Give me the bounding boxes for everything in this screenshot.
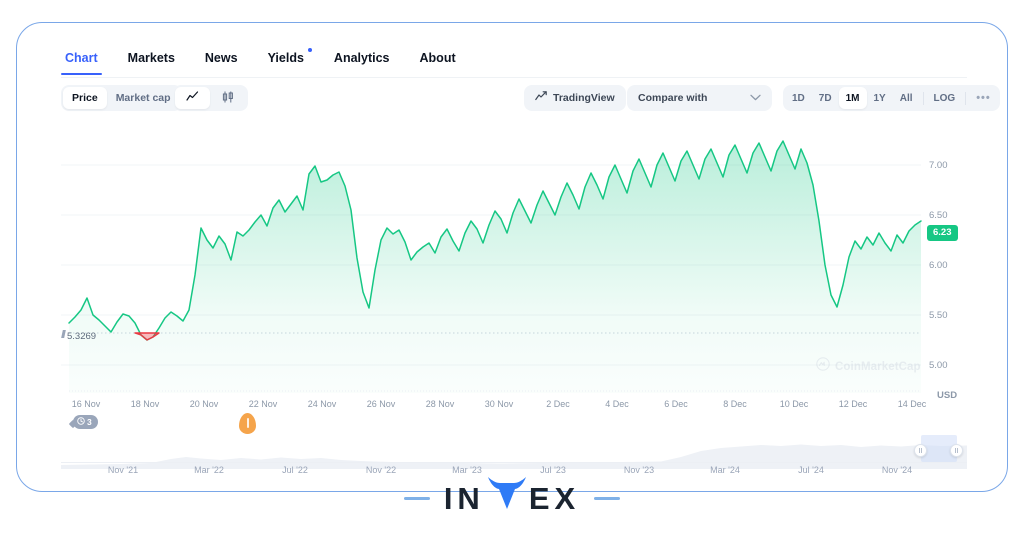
range-divider-1	[922, 91, 924, 105]
content-card: Chart Markets News Yields Analytics Abou…	[16, 22, 1008, 492]
nav-tick-8: Jul '24	[798, 465, 824, 475]
screenshot-root: Chart Markets News Yields Analytics Abou…	[0, 0, 1024, 538]
line-chart-button[interactable]	[175, 87, 210, 109]
tab-analytics[interactable]: Analytics	[330, 49, 394, 75]
candlestick-icon	[221, 91, 235, 106]
chart-navigator[interactable]: Nov '21 Mar '22 Jul '22 Nov '22 Mar '23 …	[61, 435, 967, 475]
nav-tick-6: Nov '23	[623, 465, 655, 475]
logo-dash-right-icon	[594, 497, 621, 500]
x-tick-6: 28 Nov	[425, 399, 455, 409]
nav-tick-9: Nov '24	[881, 465, 913, 475]
logo-dash-left-icon	[403, 497, 430, 500]
navigator-handle-right[interactable]	[950, 444, 963, 457]
tab-about-label: About	[419, 51, 456, 65]
x-tick-9: 4 Dec	[605, 399, 629, 409]
bull-horn-v-icon	[486, 475, 528, 522]
grip-line-icon	[918, 448, 920, 453]
tab-analytics-label: Analytics	[333, 51, 390, 65]
nav-tabs: Chart Markets News Yields Analytics Abou…	[61, 48, 460, 75]
tab-markets-label: Markets	[127, 51, 175, 65]
invex-wordmark-part-2: EX	[528, 480, 581, 516]
chevron-down-icon	[750, 92, 761, 104]
range-1m-button[interactable]: 1M	[838, 87, 867, 109]
nav-tick-5: Jul '23	[540, 465, 566, 475]
x-tick-12: 10 Dec	[779, 399, 809, 409]
x-axis: 16 Nov 18 Nov 20 Nov 22 Nov 24 Nov 26 No…	[61, 399, 967, 413]
nav-tick-3: Nov '22	[365, 465, 397, 475]
event-marker-count-label: 3	[87, 417, 92, 427]
tab-chart-label: Chart	[65, 51, 98, 65]
y-tick-5: 5.00	[929, 360, 948, 371]
event-marker-drop[interactable]	[239, 413, 256, 434]
range-all-button[interactable]: All	[893, 87, 920, 109]
candlestick-chart-button[interactable]	[210, 87, 246, 109]
tabs-divider	[61, 77, 967, 78]
x-tick-4: 24 Nov	[307, 399, 337, 409]
clock-icon	[77, 417, 85, 427]
x-tick-14: 14 Dec	[897, 399, 927, 409]
chart-toolbar: Price Market cap TradingView Compare wit…	[61, 85, 1000, 113]
y-tick-550: 5.50	[929, 310, 948, 321]
compare-with-label: Compare with	[638, 92, 708, 104]
nav-tick-1: Mar '22	[194, 465, 224, 475]
chart-type-group	[173, 85, 248, 111]
tab-yields[interactable]: Yields	[264, 48, 312, 75]
tradingview-icon	[535, 91, 547, 105]
event-marker-count[interactable]: 3	[73, 415, 98, 429]
current-price-badge: 6.23	[927, 225, 958, 241]
y-tick-6: 6.00	[929, 260, 948, 271]
x-tick-10: 6 Dec	[664, 399, 688, 409]
tab-yields-label: Yields	[267, 51, 304, 65]
tradingview-button[interactable]: TradingView	[524, 85, 626, 111]
tab-about[interactable]: About	[416, 49, 460, 75]
x-tick-0: 16 Nov	[71, 399, 101, 409]
tab-chart[interactable]: Chart	[61, 49, 102, 75]
price-area-fill	[69, 141, 921, 393]
x-tick-11: 8 Dec	[723, 399, 747, 409]
metric-marketcap-button[interactable]: Market cap	[107, 87, 180, 109]
log-scale-button[interactable]: LOG	[927, 87, 963, 109]
x-tick-7: 30 Nov	[484, 399, 514, 409]
grip-line-icon	[921, 448, 923, 453]
more-options-button[interactable]: •••	[969, 87, 998, 109]
metric-toggle-group: Price Market cap	[61, 85, 182, 111]
grip-line-icon	[957, 448, 959, 453]
price-chart[interactable]: 7.00 6.50 6.00 5.50 5.00 USD 6.23 5.3269…	[61, 125, 967, 475]
x-tick-3: 22 Nov	[248, 399, 278, 409]
x-tick-1: 18 Nov	[130, 399, 160, 409]
baseline-price-label: 5.3269	[67, 331, 97, 342]
tab-news[interactable]: News	[201, 49, 242, 75]
x-tick-2: 20 Nov	[189, 399, 219, 409]
metric-price-button[interactable]: Price	[63, 87, 107, 109]
tab-news-label: News	[204, 51, 238, 65]
range-1d-button[interactable]: 1D	[785, 87, 812, 109]
invex-logo: IN EX	[0, 475, 1024, 522]
range-1y-button[interactable]: 1Y	[867, 87, 893, 109]
x-tick-13: 12 Dec	[838, 399, 868, 409]
x-tick-8: 2 Dec	[546, 399, 570, 409]
y-tick-7: 7.00	[929, 160, 948, 171]
navigator-baseline	[61, 462, 967, 463]
compare-with-dropdown[interactable]: Compare with	[627, 85, 772, 111]
range-7d-button[interactable]: 7D	[812, 87, 839, 109]
x-tick-5: 26 Nov	[366, 399, 396, 409]
navigator-handle-left[interactable]	[914, 444, 927, 457]
grip-line-icon	[954, 448, 956, 453]
new-badge-dot-icon	[307, 48, 312, 52]
y-tick-650: 6.50	[929, 210, 948, 221]
invex-wordmark: IN EX	[444, 475, 580, 522]
nav-tick-7: Mar '24	[710, 465, 740, 475]
nav-tick-2: Jul '22	[282, 465, 308, 475]
tradingview-label: TradingView	[553, 92, 615, 104]
nav-tick-0: Nov '21	[107, 465, 139, 475]
nav-tick-4: Mar '23	[452, 465, 482, 475]
invex-wordmark-part-1: IN	[443, 480, 485, 516]
chart-plot-area	[61, 140, 922, 393]
line-chart-icon	[186, 91, 199, 105]
time-range-group: 1D 7D 1M 1Y All LOG •••	[783, 85, 1000, 111]
range-divider-2	[965, 91, 967, 105]
tab-markets[interactable]: Markets	[124, 49, 179, 75]
